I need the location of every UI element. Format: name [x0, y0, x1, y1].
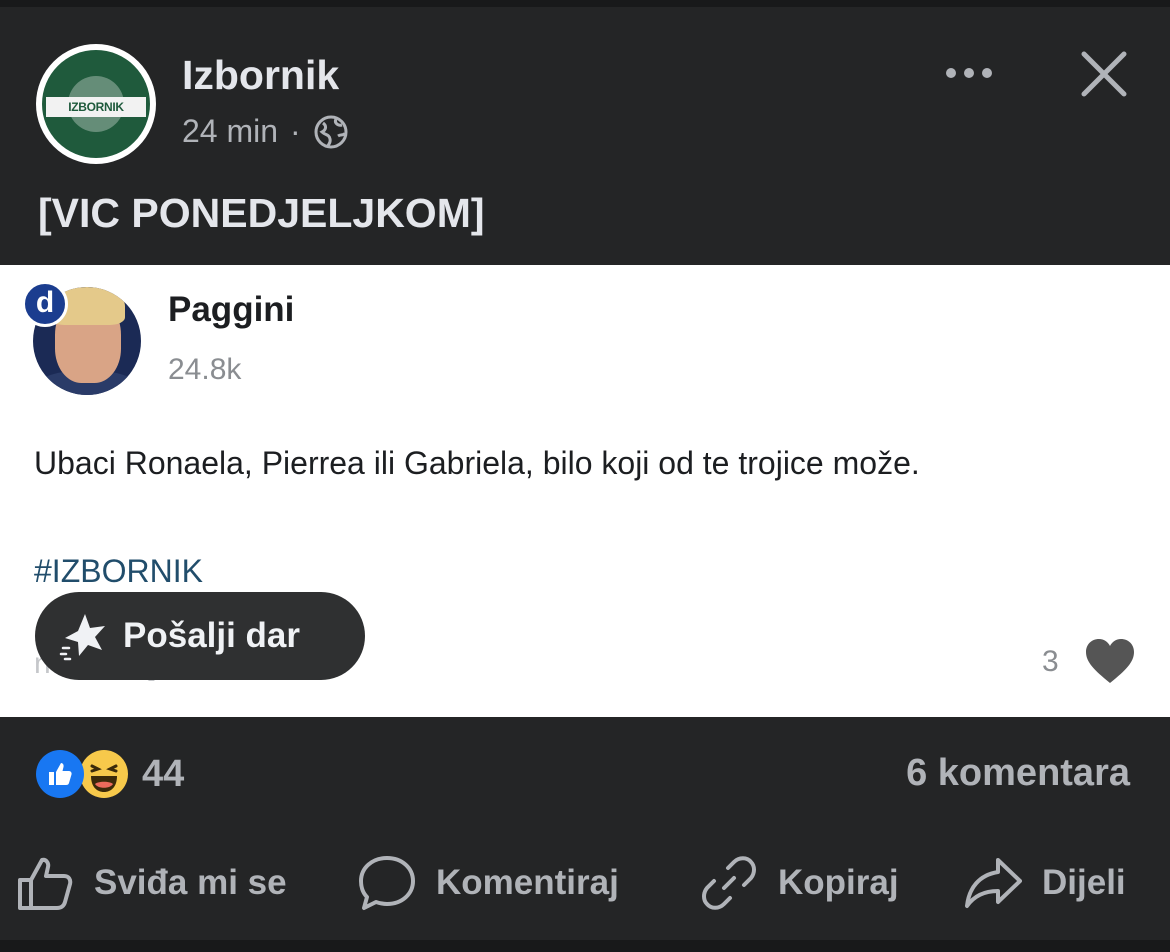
page-avatar[interactable]: IZBORNIK: [36, 44, 156, 164]
commenter-name: Paggini: [168, 290, 295, 329]
meta-separator: ·: [290, 113, 301, 149]
heart-icon: [1086, 639, 1134, 683]
logo-banner: IZBORNIK: [46, 97, 146, 117]
copy-link-button[interactable]: Kopiraj: [700, 848, 899, 918]
reaction-count: 44: [142, 752, 185, 795]
post-time[interactable]: 24 min: [182, 113, 278, 150]
comment-like-count: 3: [1042, 645, 1059, 678]
comment-button[interactable]: Komentiraj: [358, 848, 619, 918]
post-meta: 24 min ·: [182, 113, 349, 150]
hashtag: #IZBORNIK: [34, 553, 203, 589]
like-button[interactable]: Sviđa mi se: [16, 848, 287, 918]
comment-icon: [359, 856, 415, 910]
page-logo: IZBORNIK: [42, 50, 150, 158]
share-label: Dijeli: [1042, 863, 1126, 902]
like-reaction-icon: [36, 750, 84, 798]
gift-icon: [59, 614, 105, 661]
copy-label: Kopiraj: [778, 863, 899, 902]
globe-icon: [314, 115, 348, 148]
comment-label: Komentiraj: [436, 863, 619, 902]
share-button[interactable]: Dijeli: [964, 848, 1126, 918]
action-bar: Sviđa mi se Komentiraj Kopiraj Dijeli: [0, 848, 1170, 918]
send-gift-label: Pošalji dar: [123, 616, 301, 655]
club-badge: d: [22, 281, 68, 327]
comments-count[interactable]: 6 komentara: [906, 752, 1130, 795]
haha-reaction-icon: [80, 750, 128, 798]
follower-count: 24.8k: [168, 353, 242, 386]
post-text: [VIC PONEDJELJKOM]: [38, 190, 485, 236]
link-icon: [702, 856, 756, 910]
bottom-edge: [0, 940, 1170, 952]
close-icon[interactable]: [1080, 50, 1128, 98]
send-gift-button[interactable]: Pošalji dar: [35, 592, 365, 680]
share-icon: [965, 858, 1022, 908]
page-name[interactable]: Izbornik: [182, 52, 339, 99]
like-icon: [18, 857, 73, 910]
top-edge: [0, 0, 1170, 7]
more-options-icon[interactable]: [946, 58, 998, 88]
reactions-summary[interactable]: 44: [36, 750, 184, 798]
like-label: Sviđa mi se: [94, 863, 287, 902]
comment-text: Ubaci Ronaela, Pierrea ili Gabriela, bil…: [34, 445, 920, 481]
